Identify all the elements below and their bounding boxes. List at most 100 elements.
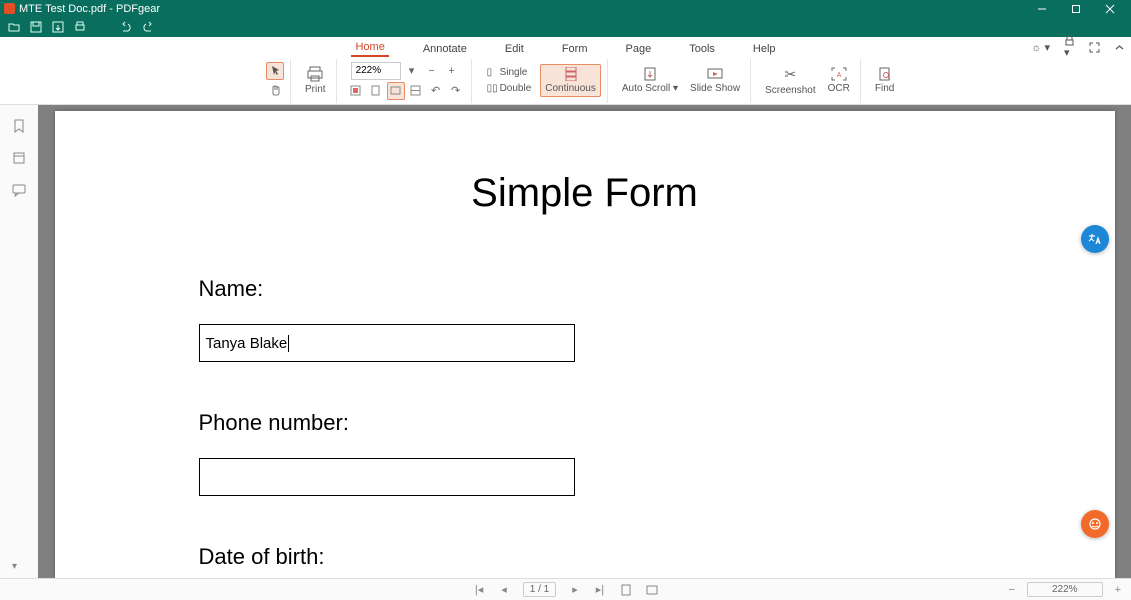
ribbon-toolbar: Print ▾ − + ↶ ↷ ▯Single ▯▯Double [0, 57, 1131, 105]
theme-icon[interactable]: ☼ ▾ [1031, 41, 1050, 54]
menu-form[interactable]: Form [558, 40, 592, 57]
redo-icon[interactable] [142, 21, 154, 33]
minimize-button[interactable] [1025, 0, 1059, 17]
zoom-group: ▾ − + ↶ ↷ [341, 59, 472, 103]
zoom-dropdown-icon[interactable]: ▾ [403, 62, 421, 80]
document-viewport[interactable]: Simple Form Name: Tanya Blake Phone numb… [38, 105, 1131, 578]
prev-page-icon[interactable]: ◂ [499, 583, 509, 596]
menu-help[interactable]: Help [749, 40, 780, 57]
menu-right-controls: ☼ ▾ ▾ [1031, 37, 1125, 57]
window-title: MTE Test Doc.pdf - PDFgear [19, 3, 1025, 15]
zoom-display[interactable]: 222% [1027, 582, 1103, 597]
undo-icon[interactable] [120, 21, 132, 33]
page-total: 1 [544, 584, 550, 595]
name-field[interactable]: Tanya Blake [199, 324, 575, 362]
name-value: Tanya Blake [206, 335, 288, 352]
fit-whole-icon[interactable] [347, 82, 365, 100]
print-group: Print [295, 59, 337, 103]
ocr-icon: A [831, 67, 847, 81]
fit-width-icon[interactable] [387, 82, 405, 100]
select-tool[interactable] [266, 62, 284, 80]
print-quick-icon[interactable] [74, 21, 86, 33]
comments-icon[interactable] [12, 183, 26, 197]
find-button[interactable]: Find [871, 65, 898, 96]
first-page-icon[interactable]: |◂ [473, 583, 485, 596]
text-cursor [288, 335, 289, 352]
menu-home[interactable]: Home [351, 38, 388, 57]
menu-bar: Home Annotate Edit Form Page Tools Help … [0, 37, 1131, 57]
scroll-double[interactable]: ▯▯Double [482, 81, 537, 96]
thumbnails-icon[interactable] [12, 151, 26, 165]
capture-group: ✂ Screenshot A OCR [755, 59, 861, 103]
slide-show-icon [707, 67, 723, 81]
quick-access-bar [0, 17, 1131, 37]
print-label: Print [305, 84, 326, 95]
svg-text:A: A [836, 72, 841, 79]
page-indicator[interactable]: 1 / 1 [523, 582, 556, 597]
hand-tool[interactable] [266, 82, 284, 100]
app-icon [4, 3, 15, 14]
menu-edit[interactable]: Edit [501, 40, 528, 57]
last-page-icon[interactable]: ▸| [594, 583, 606, 596]
screenshot-label: Screenshot [765, 85, 816, 96]
ocr-label: OCR [828, 83, 850, 94]
scissors-icon: ✂ [784, 66, 796, 83]
form-title: Simple Form [55, 171, 1115, 216]
maximize-button[interactable] [1059, 0, 1093, 17]
print-button[interactable]: Print [301, 64, 330, 97]
main-content: ▾ Simple Form Name: Tanya Blake Phone nu… [0, 105, 1131, 578]
rotate-left-icon[interactable]: ↶ [427, 82, 445, 100]
status-right: − 222% + [1007, 582, 1123, 597]
save-as-icon[interactable] [52, 21, 64, 33]
double-page-icon: ▯▯ [487, 83, 497, 94]
slide-show-button[interactable]: Slide Show [686, 65, 744, 96]
zoom-in-status-icon[interactable]: + [1113, 584, 1123, 596]
phone-label: Phone number: [199, 410, 1115, 436]
zoom-out-status-icon[interactable]: − [1007, 584, 1017, 596]
single-label: Single [500, 67, 528, 78]
ocr-button[interactable]: A OCR [824, 65, 854, 96]
auto-scroll-button[interactable]: Auto Scroll ▾ [618, 65, 682, 96]
menu-page[interactable]: Page [622, 40, 656, 57]
collapse-ribbon-icon[interactable] [1114, 42, 1125, 53]
page-nav: |◂ ◂ 1 / 1 ▸ ▸| [473, 582, 658, 597]
auto-scroll-icon [642, 67, 658, 81]
cursor-group [260, 59, 291, 103]
fullscreen-icon[interactable] [1089, 42, 1100, 53]
translate-badge[interactable] [1081, 225, 1109, 253]
present-group: Auto Scroll ▾ Slide Show [612, 59, 751, 103]
phone-field[interactable] [199, 458, 575, 496]
continuous-icon [562, 67, 580, 81]
zoom-out-icon[interactable]: − [423, 62, 441, 80]
double-label: Double [500, 83, 532, 94]
slide-show-label: Slide Show [690, 83, 740, 94]
bookmark-icon[interactable] [12, 119, 26, 133]
pdf-page: Simple Form Name: Tanya Blake Phone numb… [55, 111, 1115, 578]
menu-tools[interactable]: Tools [685, 40, 719, 57]
scroll-continuous[interactable]: Continuous [540, 64, 601, 97]
rotate-right-icon[interactable]: ↷ [447, 82, 465, 100]
fit-width-status-icon[interactable] [646, 584, 658, 596]
print-icon [306, 66, 324, 82]
find-icon [877, 67, 893, 81]
fit-visible-icon[interactable] [407, 82, 425, 100]
save-icon[interactable] [30, 21, 42, 33]
fit-page-status-icon[interactable] [620, 584, 632, 596]
status-bar: |◂ ◂ 1 / 1 ▸ ▸| − 222% + [0, 578, 1131, 600]
menu-annotate[interactable]: Annotate [419, 40, 471, 57]
expand-sidebar-icon[interactable]: ▾ [12, 561, 17, 572]
close-button[interactable] [1093, 0, 1127, 17]
page-current: 1 [530, 584, 536, 595]
lock-icon[interactable]: ▾ [1064, 35, 1075, 59]
assistant-badge[interactable] [1081, 510, 1109, 538]
scroll-mode-group: ▯Single ▯▯Double Continuous [476, 59, 608, 103]
screenshot-button[interactable]: ✂ Screenshot [761, 64, 820, 98]
scroll-single[interactable]: ▯Single [482, 65, 537, 80]
zoom-in-icon[interactable]: + [443, 62, 461, 80]
zoom-input[interactable] [351, 62, 401, 80]
fit-page-icon[interactable] [367, 82, 385, 100]
continuous-label: Continuous [545, 83, 596, 94]
next-page-icon[interactable]: ▸ [570, 583, 580, 596]
open-file-icon[interactable] [8, 21, 20, 33]
left-sidebar: ▾ [0, 105, 38, 578]
